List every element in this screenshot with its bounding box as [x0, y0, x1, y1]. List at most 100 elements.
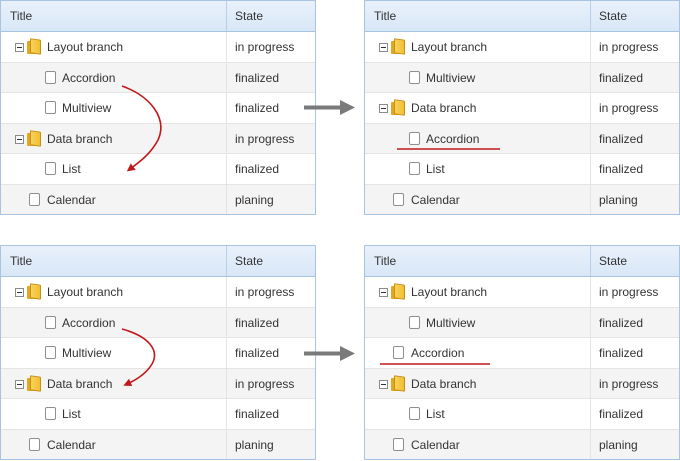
folder-icon	[27, 283, 41, 300]
row-state: in progress	[599, 101, 659, 115]
grid-header: Title State	[365, 1, 679, 32]
collapse-minus-icon[interactable]	[379, 43, 388, 52]
row-title: Multiview	[62, 346, 112, 360]
tree-row-leaf[interactable]: Calendar planing	[1, 429, 315, 459]
column-header-title[interactable]: Title	[10, 246, 32, 276]
row-state: in progress	[235, 285, 295, 299]
file-icon	[393, 346, 404, 359]
collapse-minus-icon[interactable]	[379, 288, 388, 297]
row-state: in progress	[235, 131, 295, 146]
tree-row-leaf-moved[interactable]: Accordion finalized	[365, 123, 679, 154]
column-header-state[interactable]: State	[235, 246, 263, 276]
row-state: finalized	[599, 131, 644, 146]
file-icon	[45, 101, 56, 114]
column-header-state[interactable]: State	[599, 246, 627, 276]
row-title: List	[426, 407, 445, 421]
tree-row-leaf[interactable]: Multiview finalized	[1, 93, 315, 124]
row-title: Accordion	[62, 70, 116, 85]
tree-row-branch[interactable]: Data branch in progress	[1, 123, 315, 154]
tree-row-leaf[interactable]: Calendar planing	[1, 184, 315, 214]
row-state: finalized	[235, 101, 280, 115]
row-state: in progress	[599, 376, 659, 391]
tree-row-branch[interactable]: Data branch in progress	[365, 93, 679, 124]
row-title: Multiview	[426, 315, 476, 330]
grid-header: Title State	[1, 1, 315, 32]
row-state: finalized	[235, 315, 280, 330]
row-title: Layout branch	[47, 285, 124, 299]
tree-row-leaf-moved[interactable]: Accordion finalized	[365, 338, 679, 369]
file-icon	[409, 70, 420, 84]
file-icon	[45, 407, 56, 420]
column-header-title[interactable]: Title	[10, 1, 32, 31]
row-state: finalized	[235, 346, 280, 360]
collapse-minus-icon[interactable]	[15, 379, 24, 389]
tree-row-branch[interactable]: Data branch in progress	[365, 368, 679, 399]
tree-grid-top-right-after: Title State Layout branch in progress Mu…	[364, 0, 680, 215]
row-state: finalized	[599, 162, 644, 176]
row-state: finalized	[599, 407, 644, 421]
tree-row-leaf[interactable]: Accordion finalized	[1, 307, 315, 338]
row-title: Data branch	[411, 376, 477, 391]
tree-row-leaf[interactable]: List finalized	[1, 154, 315, 185]
file-icon	[393, 437, 404, 451]
tree-row-leaf[interactable]: Multiview finalized	[1, 338, 315, 369]
row-title: Calendar	[47, 192, 96, 207]
file-icon	[29, 192, 40, 206]
row-state: planing	[235, 437, 274, 452]
collapse-minus-icon[interactable]	[15, 43, 24, 52]
column-header-state[interactable]: State	[235, 1, 263, 31]
tree-row-leaf[interactable]: List finalized	[365, 399, 679, 430]
column-header-state[interactable]: State	[599, 1, 627, 31]
row-title: Multiview	[62, 101, 112, 115]
collapse-minus-icon[interactable]	[15, 288, 24, 297]
tree-row-leaf[interactable]: Calendar planing	[365, 184, 679, 214]
row-title: List	[62, 407, 81, 421]
row-title: Layout branch	[411, 285, 488, 299]
tree-row-leaf[interactable]: Multiview finalized	[365, 307, 679, 338]
file-icon	[45, 315, 56, 329]
file-icon	[409, 315, 420, 329]
row-state: in progress	[599, 40, 659, 54]
row-state: finalized	[235, 70, 280, 85]
row-title: Calendar	[411, 192, 460, 207]
row-state: planing	[235, 192, 274, 207]
file-icon	[29, 437, 40, 451]
row-state: in progress	[235, 40, 295, 54]
folder-icon	[391, 38, 405, 55]
file-icon	[45, 346, 56, 359]
row-state: planing	[599, 192, 638, 207]
row-state: finalized	[599, 315, 644, 330]
folder-icon	[27, 129, 41, 147]
tree-row-leaf[interactable]: List finalized	[1, 399, 315, 430]
folder-icon	[27, 38, 41, 55]
tree-row-branch[interactable]: Layout branch in progress	[365, 32, 679, 63]
file-icon	[393, 192, 404, 206]
row-title: Data branch	[47, 376, 113, 391]
tree-row-branch[interactable]: Data branch in progress	[1, 368, 315, 399]
tree-row-leaf[interactable]: List finalized	[365, 154, 679, 185]
row-state: finalized	[235, 407, 280, 421]
file-icon	[409, 162, 420, 175]
row-title: Data branch	[411, 101, 477, 115]
column-header-title[interactable]: Title	[374, 1, 396, 31]
folder-icon	[391, 99, 405, 116]
folder-icon	[391, 374, 405, 392]
collapse-minus-icon[interactable]	[15, 134, 24, 144]
tree-row-branch[interactable]: Layout branch in progress	[1, 32, 315, 63]
tree-row-leaf[interactable]: Accordion finalized	[1, 62, 315, 93]
tree-row-branch[interactable]: Layout branch in progress	[365, 277, 679, 308]
row-title: List	[62, 162, 81, 176]
file-icon	[409, 407, 420, 420]
file-icon	[45, 70, 56, 84]
tree-row-leaf[interactable]: Multiview finalized	[365, 62, 679, 93]
row-state: finalized	[599, 70, 644, 85]
row-state: finalized	[235, 162, 280, 176]
collapse-minus-icon[interactable]	[379, 104, 388, 113]
file-icon	[409, 131, 420, 145]
row-title: Accordion	[62, 315, 116, 330]
collapse-minus-icon[interactable]	[379, 379, 388, 389]
tree-row-branch[interactable]: Layout branch in progress	[1, 277, 315, 308]
column-header-title[interactable]: Title	[374, 246, 396, 276]
tree-row-leaf[interactable]: Calendar planing	[365, 429, 679, 459]
file-icon	[45, 162, 56, 175]
